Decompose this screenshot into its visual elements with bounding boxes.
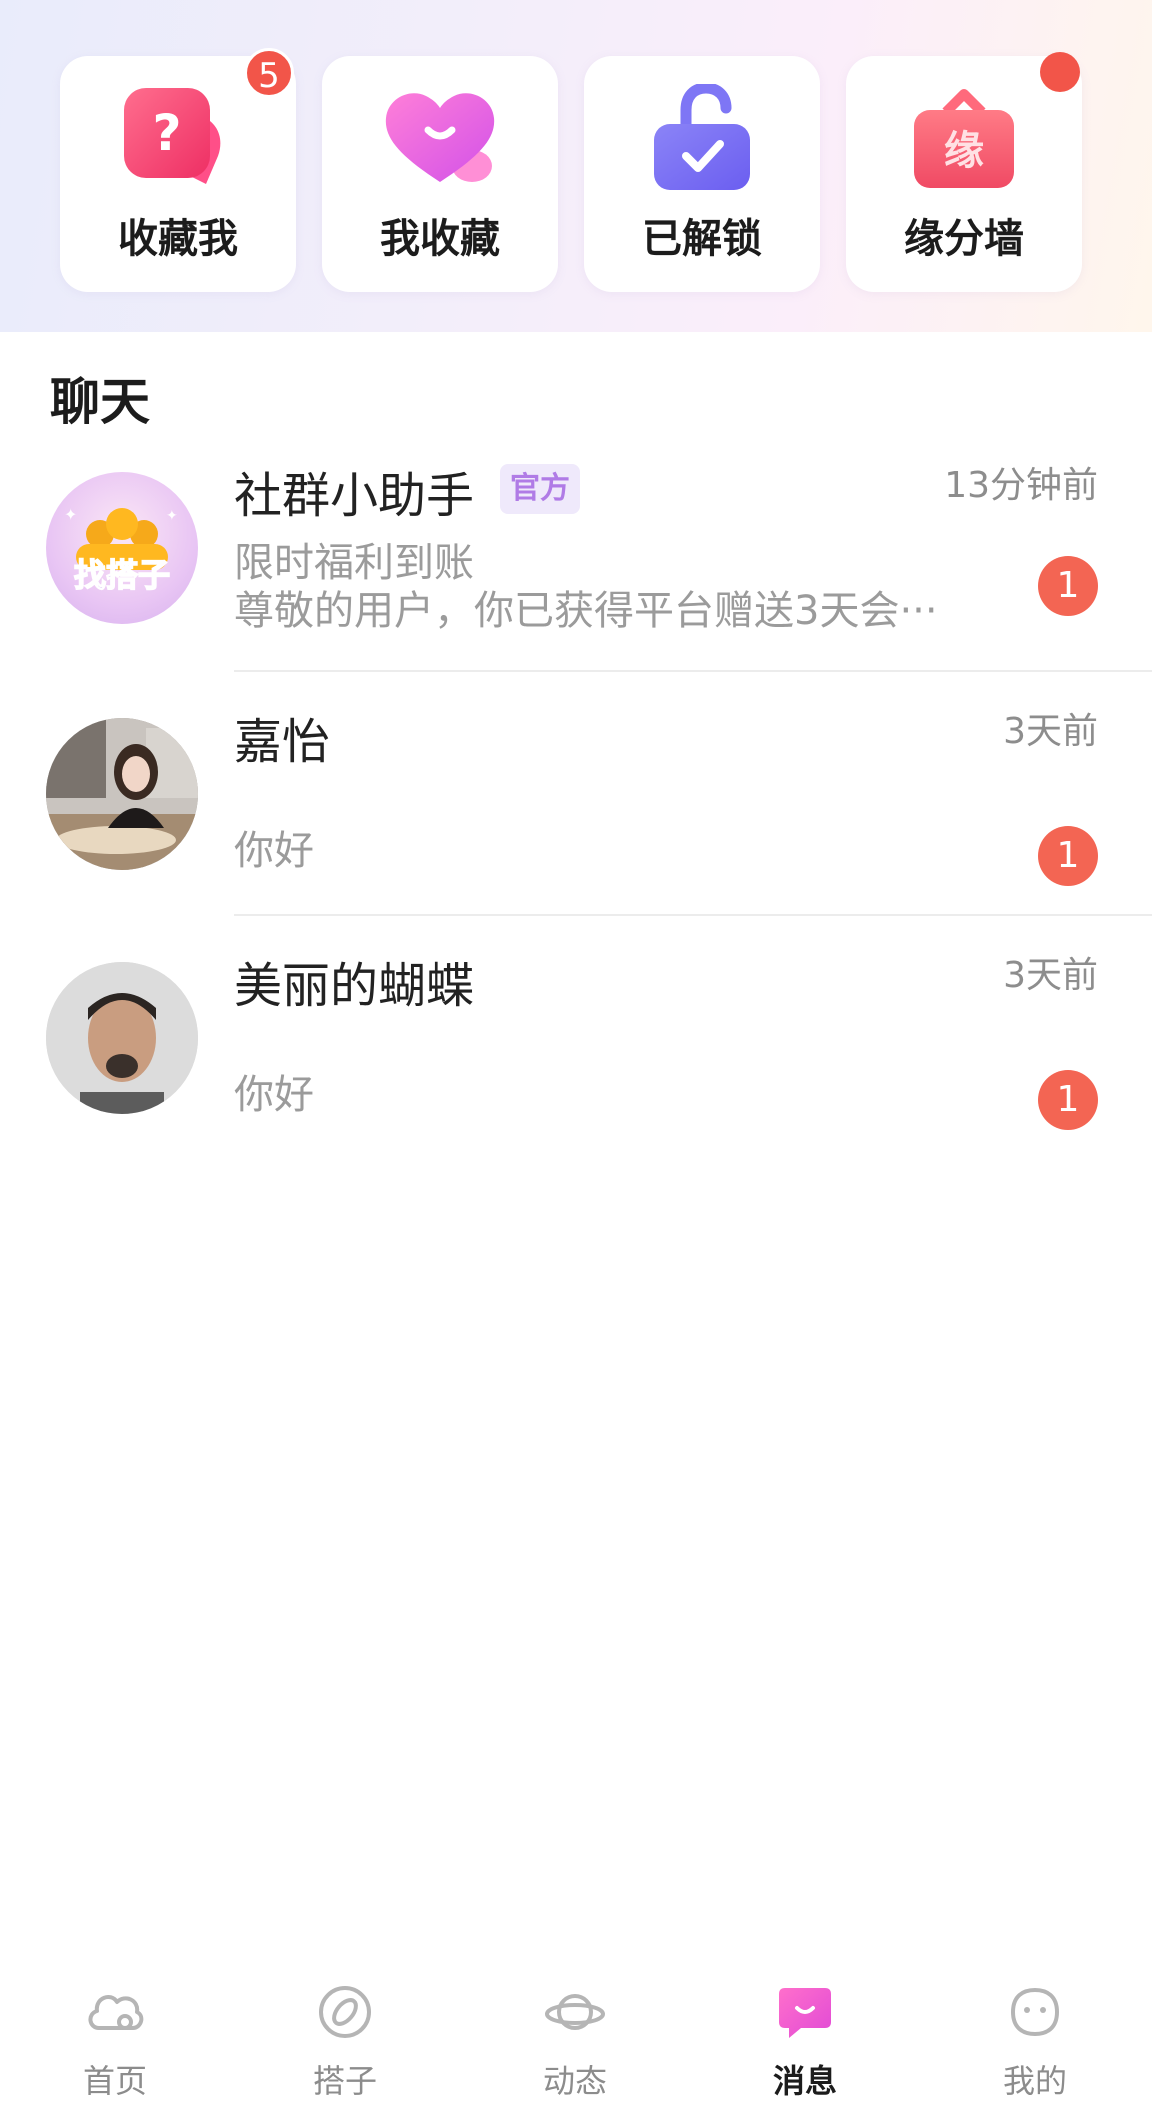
svg-text:✦: ✦ [64,505,77,524]
contact-name: 嘉怡 [234,714,331,770]
compass-icon [319,1986,371,2038]
tab-mine[interactable]: 我的 [920,1964,1150,2116]
message-time: 13分钟前 [944,465,1098,506]
card-favorited-me[interactable]: ? 收藏我 5 [60,48,296,292]
unread-badge: 1 [1038,556,1098,616]
contact-name: 社群小助手 [234,468,475,524]
bottom-tab-bar: 首页 搭子 动态 消息 我的 [0,1964,1152,2116]
tab-moments[interactable]: 动态 [460,1964,690,2116]
message-time: 3天前 [1003,955,1098,996]
fate-bag-icon: 缘 [914,89,1014,188]
chat-item-jiayi[interactable]: 嘉怡 3天前 你好 1 [0,672,1152,916]
new-dot-badge [1040,52,1080,92]
svg-text:?: ? [152,104,181,162]
user-photo [46,962,198,1114]
card-fate-wall[interactable]: 缘 缘分墙 [846,52,1082,292]
avatar [46,962,198,1114]
quick-cards: ? 收藏我 5 我收藏 已解锁 缘 缘分墙 [0,48,1152,292]
svg-text:缘: 缘 [944,128,984,174]
card-label: 收藏我 [118,216,238,262]
message-icon [779,1988,831,2038]
card-label: 我收藏 [380,216,500,262]
chat-item-assistant[interactable]: ✦ ✦ 找搭子 社群小助手 官方 13分钟前 限时福利到账 尊敬的用户，你已获得… [0,426,1152,670]
question-bubble-icon: ? [124,88,221,184]
unlock-icon [654,84,750,190]
card-label: 缘分墙 [904,216,1024,262]
unread-badge: 1 [1038,1070,1098,1130]
contact-name: 美丽的蝴蝶 [234,958,475,1014]
avatar-logo-text: 找搭子 [74,556,170,594]
chat-section-title: 聊天 [50,373,150,431]
avatar [46,718,198,870]
tab-messages[interactable]: 消息 [690,1964,920,2116]
home-cloud-icon [88,1995,144,2030]
tab-label: 动态 [542,2062,607,2100]
avatar: ✦ ✦ 找搭子 [46,472,198,624]
message-time: 3天前 [1003,711,1098,752]
card-label: 已解锁 [642,216,762,262]
chat-item-butterfly[interactable]: 美丽的蝴蝶 3天前 你好 1 [0,916,1152,1160]
tab-label: 搭子 [312,2062,377,2100]
face-icon [1010,1987,1060,2037]
tab-label: 我的 [1002,2062,1067,2100]
message-preview: 尊敬的用户，你已获得平台赠送3天会··· [234,588,938,634]
card-my-favorites[interactable]: 我收藏 [322,56,558,292]
user-photo [46,718,198,870]
tab-label: 首页 [82,2062,147,2100]
tab-label: 消息 [772,2062,837,2100]
card-unlocked[interactable]: 已解锁 [584,56,820,292]
message-preview: 你好 [234,828,314,874]
message-preview: 你好 [234,1072,314,1118]
group-logo-icon: ✦ ✦ 找搭子 [64,505,178,595]
count-badge: 5 [244,48,294,98]
heart-icon [385,93,495,182]
svg-text:✦: ✦ [166,508,178,524]
official-tag: 官方 [500,464,580,514]
tab-partner[interactable]: 搭子 [230,1964,460,2116]
tab-home[interactable]: 首页 [0,1964,230,2116]
planet-icon [545,1994,605,2030]
unread-badge: 1 [1038,826,1098,886]
